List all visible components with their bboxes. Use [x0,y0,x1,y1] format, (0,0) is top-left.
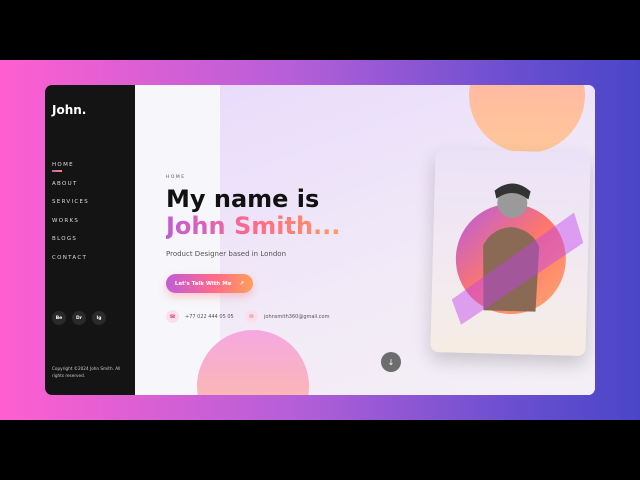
sidebar: John. HOME ABOUT SERVICES WORKS BLOGS CO… [45,85,135,395]
phone-contact[interactable]: ☎ +77 022 444 05 05 [166,310,234,323]
nav-about[interactable]: ABOUT [52,181,89,200]
email-icon: ✉ [245,310,258,323]
cta-label: Let's Talk With Me [174,280,232,287]
hero-subtitle: Product Designer based in London [166,250,287,258]
nav-menu: HOME ABOUT SERVICES WORKS BLOGS CONTACT [52,162,89,273]
hero-title: My name is [166,185,320,213]
arrow-icon: ↗ [239,280,245,287]
nav-contact[interactable]: CONTACT [52,255,89,274]
nav-home[interactable]: HOME [52,162,89,181]
profile-card [430,149,591,356]
website-window: John. HOME ABOUT SERVICES WORKS BLOGS CO… [45,85,595,395]
email-contact[interactable]: ✉ johnsmith360@gmail.com [245,310,329,323]
logo[interactable]: John. [52,103,86,117]
portrait-illustration [451,183,584,325]
phone-icon: ☎ [166,310,179,323]
nav-works[interactable]: WORKS [52,218,89,237]
cta-button[interactable]: Let's Talk With Me ↗ [166,274,253,293]
dribbble-link[interactable]: Dr [72,311,86,325]
nav-blogs[interactable]: BLOGS [52,236,89,255]
social-links: Be Dr Ig [52,311,106,325]
scroll-down-button[interactable]: ↓ [381,352,401,372]
email-address: johnsmith360@gmail.com [264,313,330,320]
arrow-down-icon: ↓ [387,357,395,367]
nav-services[interactable]: SERVICES [52,199,89,218]
phone-number: +77 022 444 05 05 [185,313,234,320]
instagram-link[interactable]: Ig [92,311,106,325]
eyebrow: HOME [166,175,186,180]
copyright: Copyright ©2024 John Smith. All rights r… [52,366,121,378]
behance-link[interactable]: Be [52,311,66,325]
hero-name: John Smith... [166,212,341,240]
